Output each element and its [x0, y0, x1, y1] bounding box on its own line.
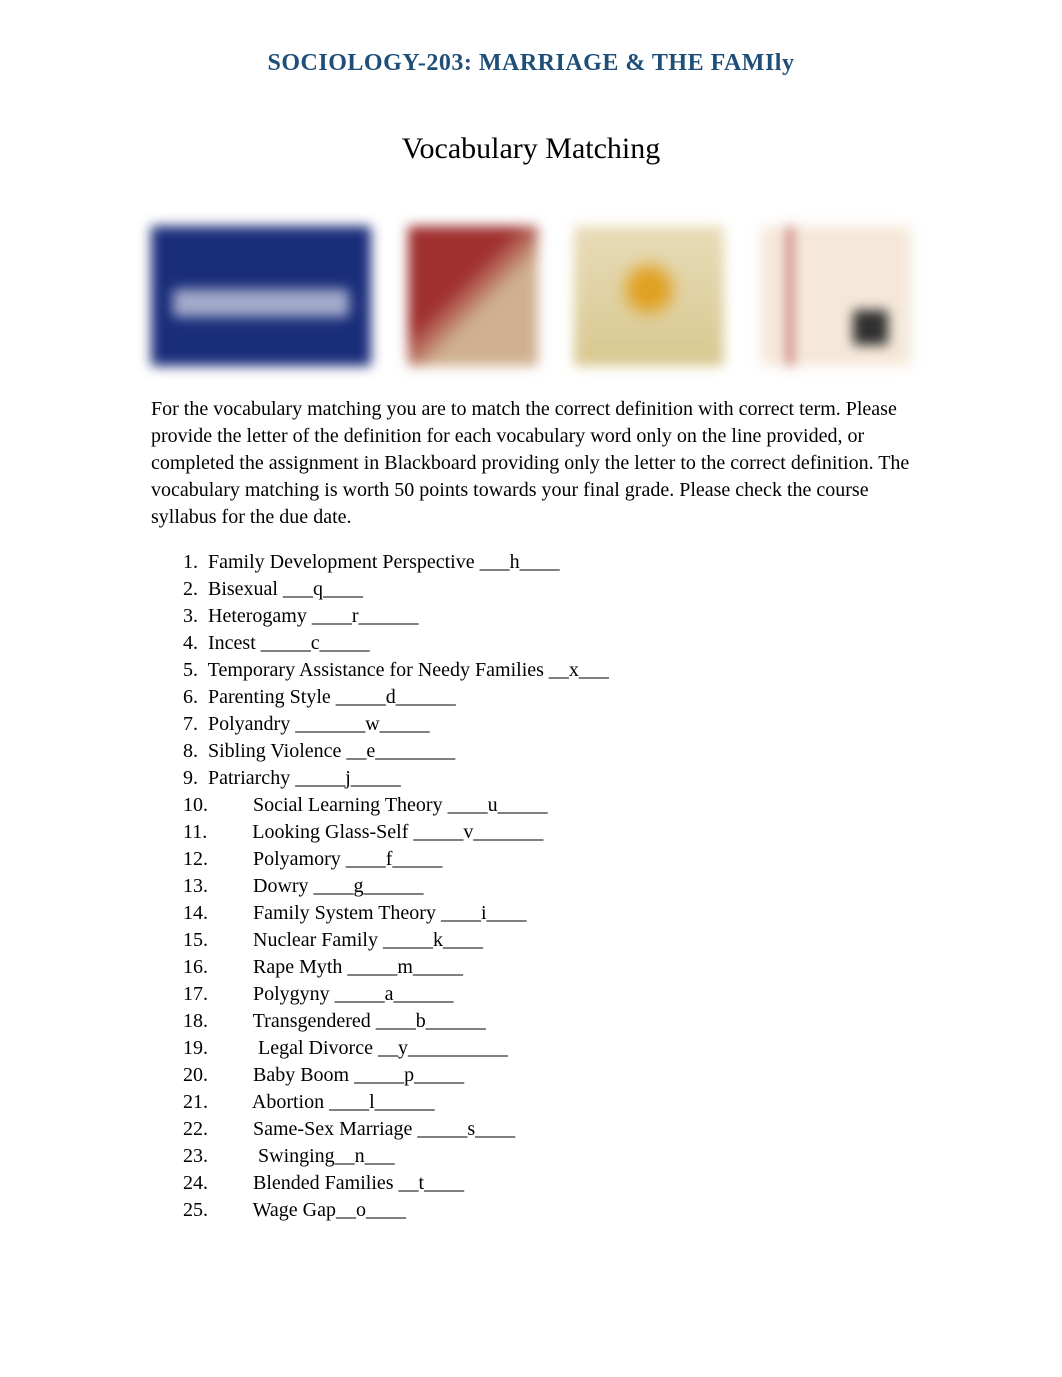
- list-item: 9. Patriarchy _____j_____: [183, 765, 911, 792]
- instructions-text: For the vocabulary matching you are to m…: [151, 396, 911, 531]
- list-item: 3. Heterogamy ____r______: [183, 603, 911, 630]
- list-item: 16. Rape Myth _____m_____: [183, 954, 911, 981]
- list-item: 5. Temporary Assistance for Needy Famili…: [183, 657, 911, 684]
- thumbnail-image-2: [408, 226, 538, 366]
- list-item: 1. Family Development Perspective ___h__…: [183, 549, 911, 576]
- image-row: [151, 221, 911, 371]
- thumbnail-image-1: [151, 226, 371, 366]
- list-item: 15. Nuclear Family _____k____: [183, 927, 911, 954]
- thumbnail-image-4: [761, 226, 911, 366]
- list-item: 8. Sibling Violence __e________: [183, 738, 911, 765]
- list-item: 23. Swinging__n___: [183, 1143, 911, 1170]
- list-item: 20. Baby Boom _____p_____: [183, 1062, 911, 1089]
- list-item: 11. Looking Glass-Self _____v_______: [183, 819, 911, 846]
- list-item: 4. Incest _____c_____: [183, 630, 911, 657]
- list-item: 19. Legal Divorce __y__________: [183, 1035, 911, 1062]
- list-item: 7. Polyandry _______w_____: [183, 711, 911, 738]
- course-header: SOCIOLOGY-203: MARRIAGE & THE FAMIly: [0, 50, 1062, 77]
- list-item: 24. Blended Families __t____: [183, 1170, 911, 1197]
- list-item: 21. Abortion ____l______: [183, 1089, 911, 1116]
- list-item: 2. Bisexual ___q____: [183, 576, 911, 603]
- thumbnail-image-3: [574, 226, 724, 366]
- content-area: For the vocabulary matching you are to m…: [151, 221, 911, 1224]
- list-item: 6. Parenting Style _____d______: [183, 684, 911, 711]
- list-item: 14. Family System Theory ____i____: [183, 900, 911, 927]
- list-item: 25. Wage Gap__o____: [183, 1197, 911, 1224]
- list-item: 22. Same-Sex Marriage _____s____: [183, 1116, 911, 1143]
- list-item: 17. Polygyny _____a______: [183, 981, 911, 1008]
- list-item: 18. Transgendered ____b______: [183, 1008, 911, 1035]
- list-item: 10. Social Learning Theory ____u_____: [183, 792, 911, 819]
- list-item: 12. Polyamory ____f_____: [183, 846, 911, 873]
- vocabulary-list: 1. Family Development Perspective ___h__…: [151, 549, 911, 1224]
- list-item: 13. Dowry ____g______: [183, 873, 911, 900]
- page-title: Vocabulary Matching: [0, 132, 1062, 166]
